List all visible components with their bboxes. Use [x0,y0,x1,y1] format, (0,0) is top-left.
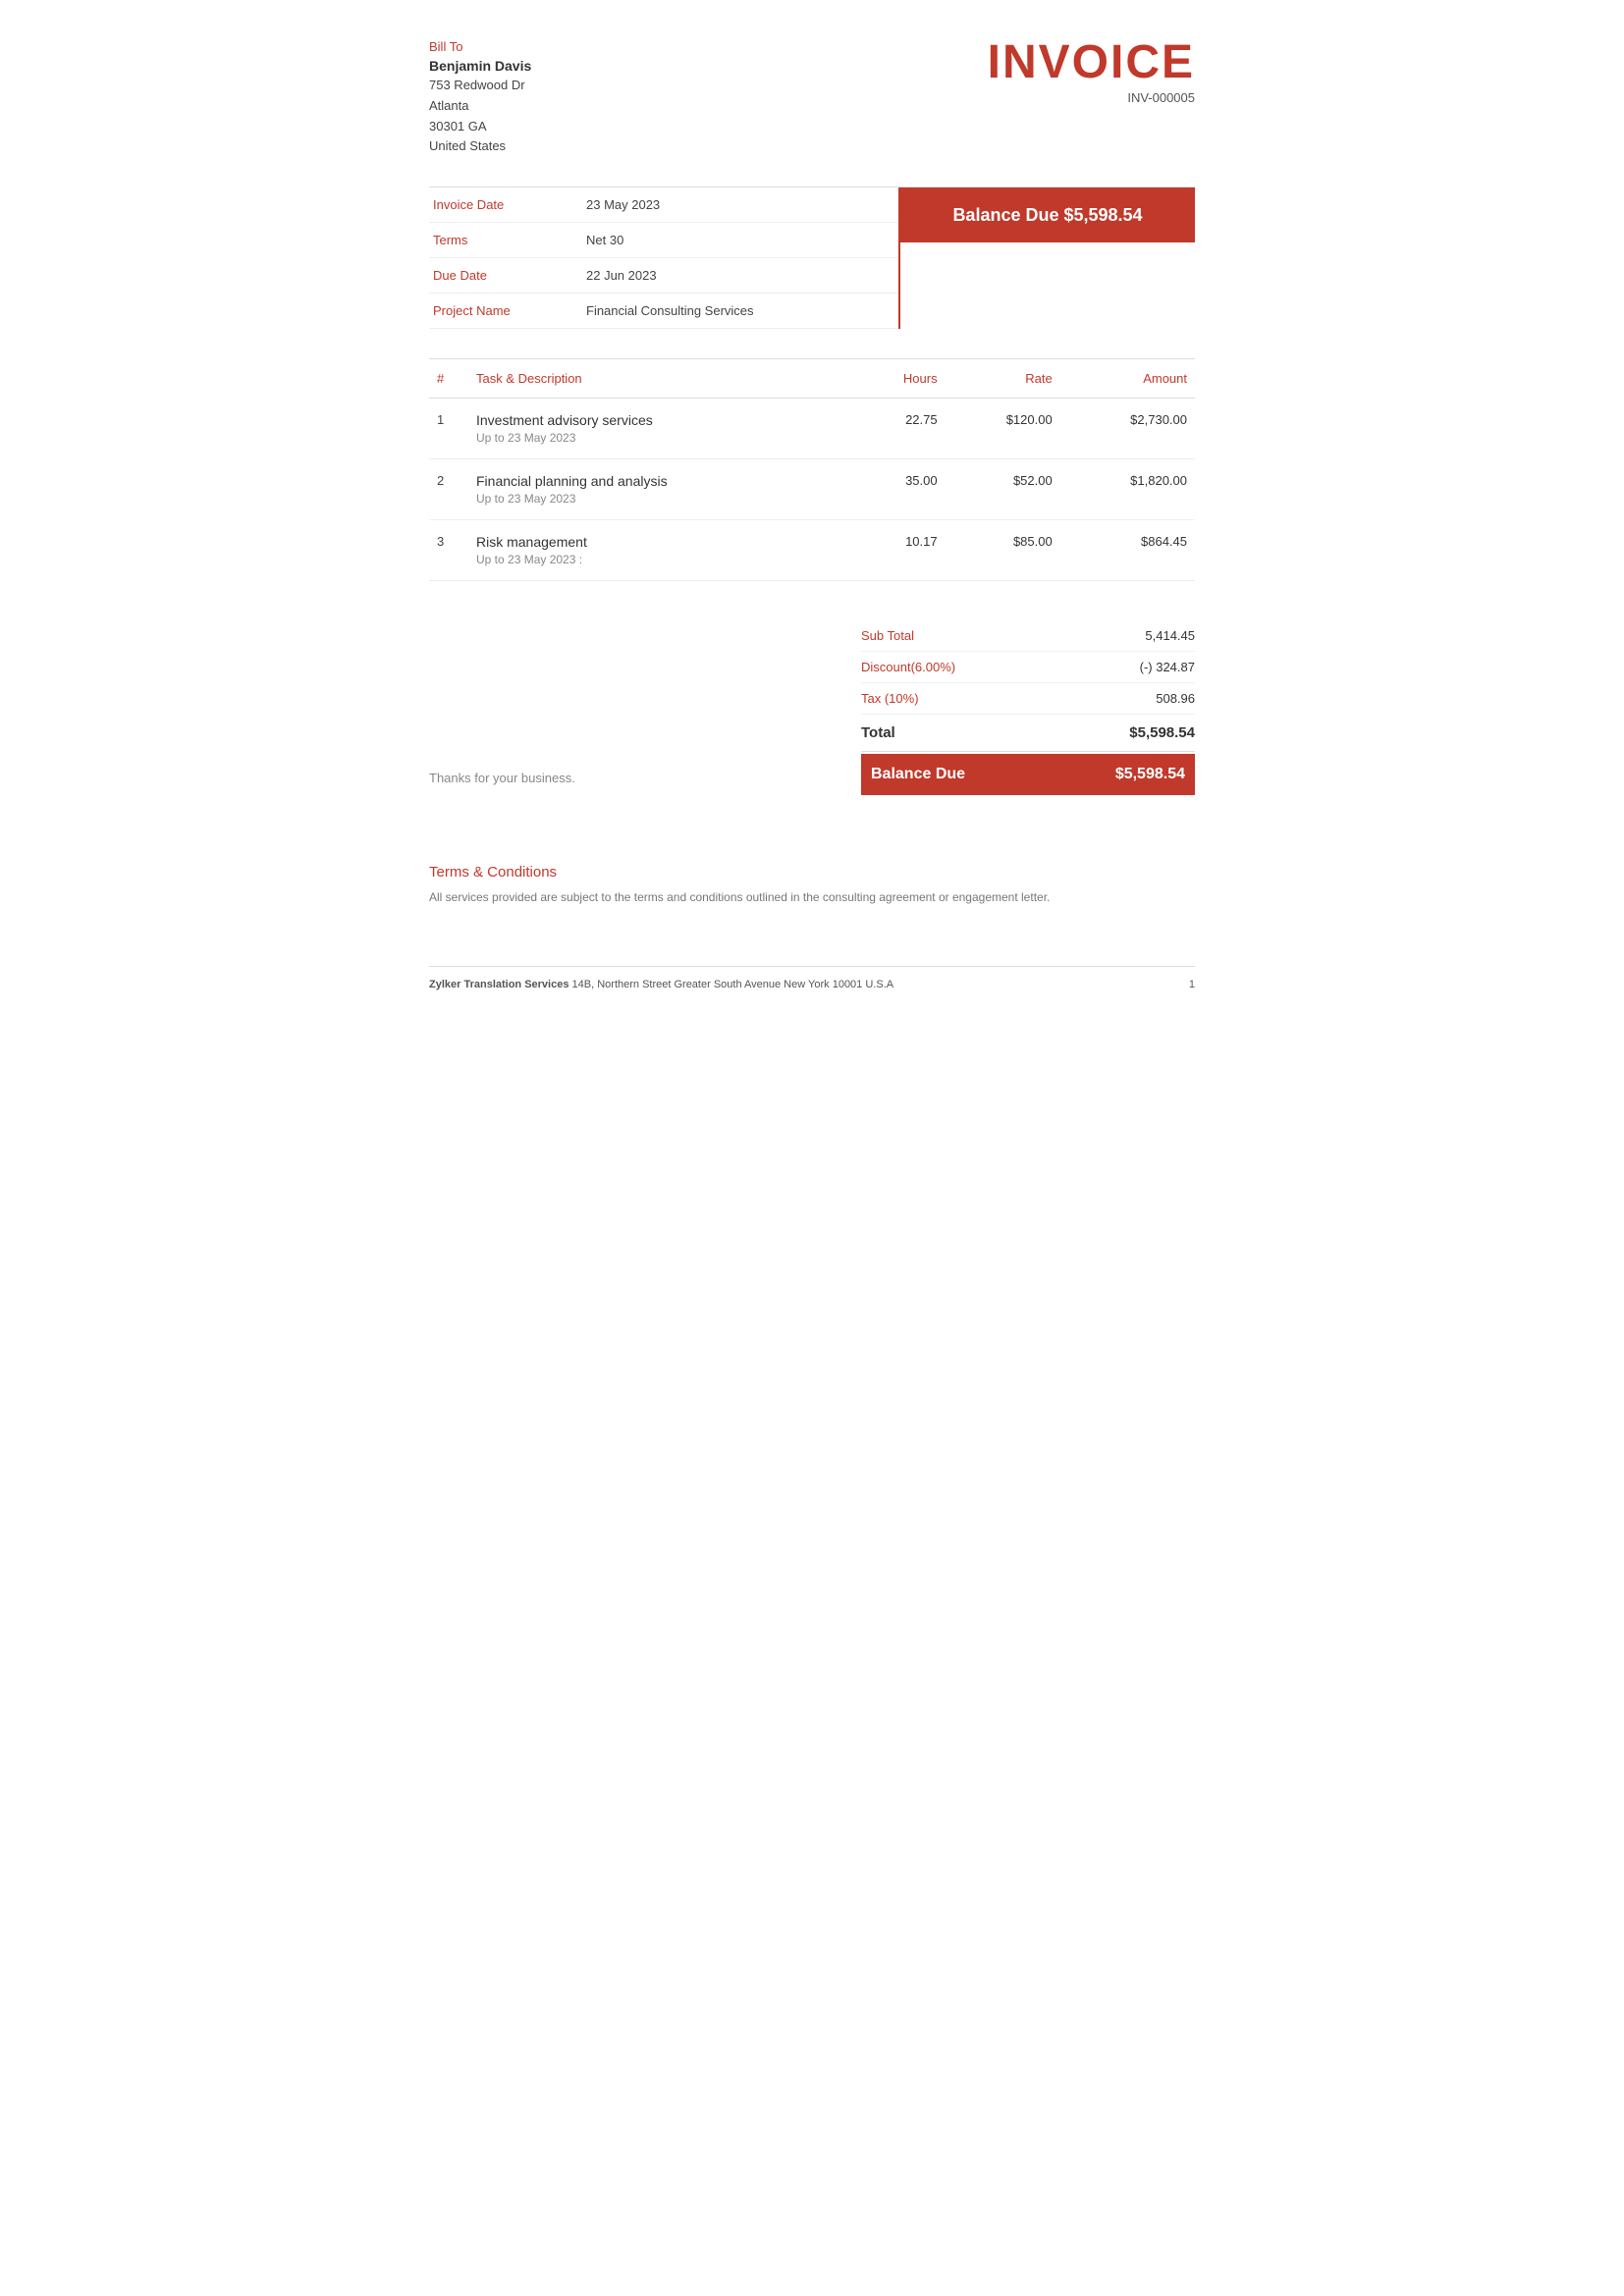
footer-address-text: 14B, Northern Street Greater South Avenu… [572,979,894,990]
cell-num: 2 [429,459,468,520]
footer-page: 1 [1189,979,1195,990]
totals-row-subtotal: Sub Total 5,414.45 [861,620,1195,652]
item-main-text: Risk management [476,534,844,550]
address-line1: 753 Redwood Dr [429,78,525,92]
item-main-text: Financial planning and analysis [476,473,844,489]
totals-value-total: $5,598.54 [1129,724,1195,741]
info-label-project-name: Project Name [429,303,586,318]
footer-left: Zylker Translation Services 14B, Norther… [429,979,893,990]
footer: Zylker Translation Services 14B, Norther… [429,966,1195,990]
totals-table: Sub Total 5,414.45 Discount(6.00%) (-) 3… [861,620,1195,795]
terms-text: All services provided are subject to the… [429,888,1195,907]
thanks-totals-section: Thanks for your business. Sub Total 5,41… [429,620,1195,795]
address-line2: Atlanta [429,98,468,113]
invoice-title: INVOICE [988,39,1195,86]
totals-label-total: Total [861,724,895,741]
info-label-invoice-date: Invoice Date [429,197,586,212]
info-label-terms: Terms [429,233,586,247]
totals-value-discount: (-) 324.87 [1140,660,1195,674]
totals-balance-row: Balance Due $5,598.54 [861,754,1195,795]
info-value-project-name: Financial Consulting Services [586,303,754,318]
col-header-amount: Amount [1060,359,1195,399]
totals-label-tax: Tax (10%) [861,691,919,706]
cell-task: Investment advisory services Up to 23 Ma… [468,399,852,459]
item-main-text: Investment advisory services [476,412,844,428]
col-header-task: Task & Description [468,359,852,399]
cell-rate: $85.00 [946,520,1060,581]
totals-value-tax: 508.96 [1156,691,1195,706]
bill-to-name: Benjamin Davis [429,58,988,74]
info-value-invoice-date: 23 May 2023 [586,197,660,212]
cell-task: Financial planning and analysis Up to 23… [468,459,852,520]
items-table-wrapper: # Task & Description Hours Rate Amount 1… [429,358,1195,581]
cell-rate: $52.00 [946,459,1060,520]
item-sub-text: Up to 23 May 2023 [476,431,844,445]
totals-row-discount: Discount(6.00%) (-) 324.87 [861,652,1195,683]
totals-label-balance-due: Balance Due [871,766,965,783]
totals-total-row: Total $5,598.54 [861,715,1195,752]
item-sub-text: Up to 23 May 2023 [476,492,844,506]
cell-hours: 22.75 [852,399,945,459]
totals-value-balance-due: $5,598.54 [1115,766,1185,783]
address-line4: United States [429,138,506,153]
totals-label-discount: Discount(6.00%) [861,660,955,674]
cell-amount: $864.45 [1060,520,1195,581]
info-label-due-date: Due Date [429,268,586,283]
cell-amount: $2,730.00 [1060,399,1195,459]
bill-to-address: 753 Redwood Dr Atlanta 30301 GA United S… [429,76,988,157]
items-table: # Task & Description Hours Rate Amount 1… [429,359,1195,581]
cell-task: Risk management Up to 23 May 2023 : [468,520,852,581]
footer-company: Zylker Translation Services [429,979,568,990]
item-sub-text: Up to 23 May 2023 : [476,553,844,566]
col-header-rate: Rate [946,359,1060,399]
info-row-invoice-date: Invoice Date 23 May 2023 [429,187,898,223]
table-row: 1 Investment advisory services Up to 23 … [429,399,1195,459]
info-row-terms: Terms Net 30 [429,223,898,258]
cell-amount: $1,820.00 [1060,459,1195,520]
info-balance-section: Invoice Date 23 May 2023 Terms Net 30 Du… [429,187,1195,329]
terms-title: Terms & Conditions [429,864,1195,881]
info-table: Invoice Date 23 May 2023 Terms Net 30 Du… [429,187,900,329]
thanks-text: Thanks for your business. [429,771,575,795]
col-header-hours: Hours [852,359,945,399]
info-value-due-date: 22 Jun 2023 [586,268,657,283]
info-row-due-date: Due Date 22 Jun 2023 [429,258,898,294]
invoice-number: INV-000005 [988,90,1195,105]
cell-hours: 35.00 [852,459,945,520]
invoice-title-section: INVOICE INV-000005 [988,39,1195,105]
terms-section: Terms & Conditions All services provided… [429,844,1195,907]
header-section: Bill To Benjamin Davis 753 Redwood Dr At… [429,39,1195,157]
cell-rate: $120.00 [946,399,1060,459]
bill-to-label: Bill To [429,39,988,54]
info-value-terms: Net 30 [586,233,623,247]
cell-num: 3 [429,520,468,581]
info-row-project-name: Project Name Financial Consulting Servic… [429,294,898,329]
cell-hours: 10.17 [852,520,945,581]
table-header-row: # Task & Description Hours Rate Amount [429,359,1195,399]
table-row: 3 Risk management Up to 23 May 2023 : 10… [429,520,1195,581]
balance-due-header-box: Balance Due $5,598.54 [900,187,1195,242]
totals-row-tax: Tax (10%) 508.96 [861,683,1195,715]
bill-to-section: Bill To Benjamin Davis 753 Redwood Dr At… [429,39,988,157]
col-header-num: # [429,359,468,399]
table-row: 2 Financial planning and analysis Up to … [429,459,1195,520]
address-line3: 30301 GA [429,119,487,133]
cell-num: 1 [429,399,468,459]
totals-label-subtotal: Sub Total [861,628,914,643]
totals-value-subtotal: 5,414.45 [1145,628,1195,643]
